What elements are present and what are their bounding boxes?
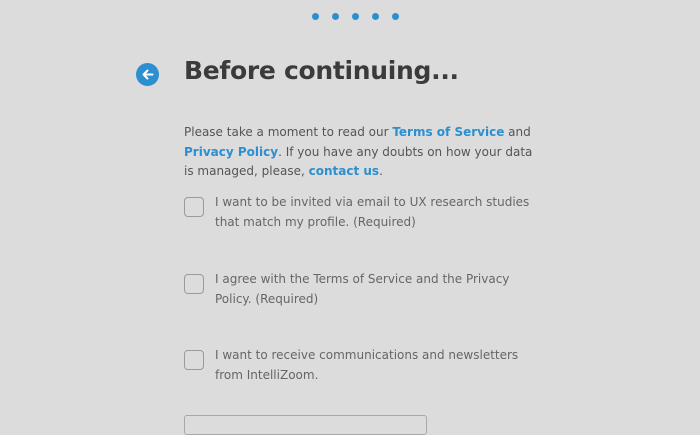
intro-text-part: and	[504, 125, 531, 139]
consent-terms-privacy: I agree with the Terms of Service and th…	[184, 270, 544, 309]
continue-button[interactable]	[184, 415, 427, 435]
newsletters-label[interactable]: I want to receive communications and new…	[215, 346, 535, 385]
page-title: Before continuing...	[184, 56, 459, 85]
intro-text: Please take a moment to read our Terms o…	[184, 123, 534, 182]
terms-privacy-label[interactable]: I agree with the Terms of Service and th…	[215, 270, 535, 309]
consent-research-invitations: I want to be invited via email to UX res…	[184, 193, 544, 232]
intro-text-part: .	[379, 164, 383, 178]
progress-steps	[312, 13, 399, 20]
contact-us-link[interactable]: contact us	[309, 164, 379, 178]
privacy-policy-link[interactable]: Privacy Policy	[184, 145, 278, 159]
research-invitations-checkbox[interactable]	[184, 197, 204, 217]
back-button[interactable]	[136, 63, 159, 86]
progress-dot	[352, 13, 359, 20]
progress-dot	[312, 13, 319, 20]
arrow-left-icon	[142, 69, 154, 80]
newsletters-checkbox[interactable]	[184, 350, 204, 370]
terms-privacy-checkbox[interactable]	[184, 274, 204, 294]
consent-newsletters: I want to receive communications and new…	[184, 346, 544, 385]
progress-dot	[332, 13, 339, 20]
intro-text-part: Please take a moment to read our	[184, 125, 393, 139]
progress-dot	[392, 13, 399, 20]
research-invitations-label[interactable]: I want to be invited via email to UX res…	[215, 193, 535, 232]
progress-dot	[372, 13, 379, 20]
terms-of-service-link[interactable]: Terms of Service	[392, 125, 504, 139]
